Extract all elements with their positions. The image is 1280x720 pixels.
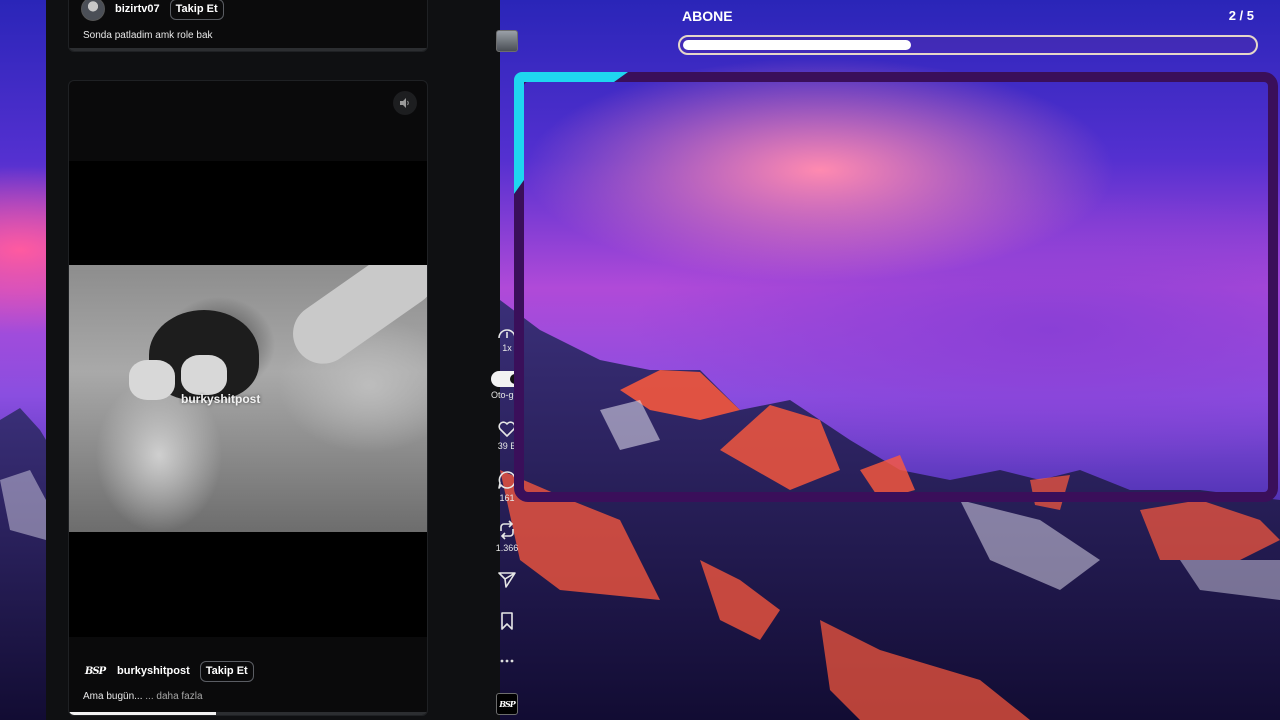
- video-watermark: burkyshitpost: [181, 392, 261, 406]
- video-player[interactable]: burkyshitpost: [69, 161, 427, 637]
- more-actions-button[interactable]: [484, 652, 530, 670]
- follow-button[interactable]: Takip Et: [199, 660, 254, 682]
- goal-count: 2 / 5: [1228, 8, 1254, 23]
- speed-label: 1x: [502, 343, 512, 353]
- show-more-link[interactable]: ... daha fazla: [145, 691, 202, 702]
- goal-progress-fill: [683, 40, 911, 50]
- repost-button[interactable]: 1.366: [484, 520, 530, 553]
- mute-button[interactable]: [393, 91, 417, 115]
- avatar[interactable]: [81, 0, 105, 21]
- video-frame: burkyshitpost: [69, 265, 427, 532]
- send-icon: [498, 572, 516, 588]
- video-detail: [281, 265, 427, 376]
- video-detail: [181, 355, 227, 395]
- more-icon: [500, 0, 514, 4]
- caption-text: Ama bugün...: [83, 691, 143, 702]
- post-caption: Sonda patladim amk role bak: [83, 30, 213, 41]
- channel-logo[interactable]: BSP: [83, 659, 107, 683]
- previous-post-thumbnail[interactable]: [496, 30, 518, 52]
- username[interactable]: bizirtv07: [115, 3, 160, 15]
- more-icon: [500, 659, 514, 663]
- playback-progress[interactable]: [69, 712, 427, 715]
- repost-icon: [500, 520, 514, 540]
- original-sound-button[interactable]: BSP: [496, 693, 518, 715]
- video-detail: [129, 360, 175, 400]
- save-button[interactable]: [484, 612, 530, 630]
- post-user-row: BSP burkyshitpost Takip Et: [83, 659, 254, 683]
- previous-post-user-row: bizirtv07 Takip Et: [81, 0, 224, 21]
- speaker-icon: [400, 98, 409, 108]
- post-caption: Ama bugün... ... daha fazla: [83, 691, 203, 702]
- feed-panel: bizirtv07 Takip Et Sonda patladim amk ro…: [46, 0, 523, 720]
- share-button[interactable]: [484, 571, 530, 589]
- follow-button[interactable]: Takip Et: [169, 0, 224, 20]
- previous-post-progress: [69, 48, 427, 51]
- goal-progress-bar: [678, 35, 1258, 55]
- comment-count: 161: [499, 493, 515, 503]
- username[interactable]: burkyshitpost: [117, 665, 190, 677]
- frame-accent: [514, 72, 628, 194]
- repost-count: 1.366: [495, 543, 519, 553]
- goal-label: ABONE: [682, 8, 733, 24]
- more-options-button[interactable]: [484, 0, 530, 4]
- bookmark-icon: [501, 612, 513, 630]
- video-post-card[interactable]: burkyshitpost BSP burkyshitpost Takip Et…: [68, 80, 428, 716]
- playback-progress-fill: [69, 712, 216, 715]
- previous-post-card[interactable]: bizirtv07 Takip Et Sonda patladim amk ro…: [68, 0, 428, 52]
